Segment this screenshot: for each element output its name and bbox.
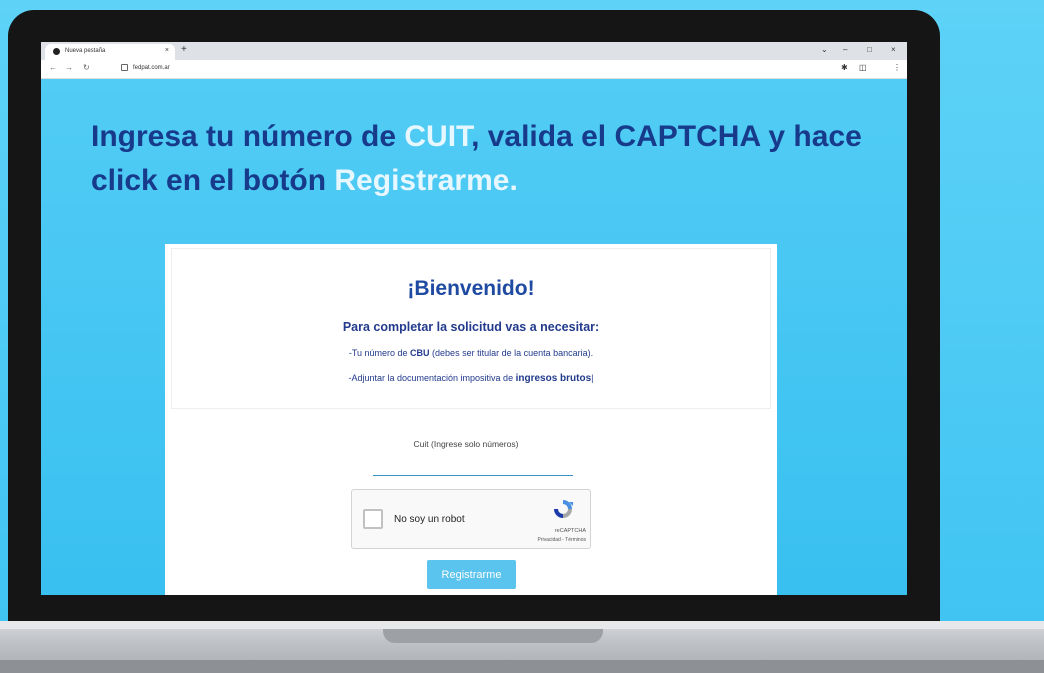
registration-card: ¡Bienvenido! Para completar la solicitud…: [165, 244, 777, 595]
url-text: fedpat.com.ar: [133, 65, 170, 72]
headline-cuit: CUIT: [404, 120, 472, 153]
browser-tab[interactable]: Nueva pestaña ×: [45, 44, 175, 60]
sidepanel-icon[interactable]: ◫: [859, 63, 867, 72]
laptop-screen: Nueva pestaña × + ⌄ – □ × ← → ↻ fedpat.c…: [41, 42, 907, 595]
url-field[interactable]: fedpat.com.ar: [121, 64, 170, 71]
headline-part1: Ingresa tu número de: [91, 120, 405, 153]
laptop-base-edge: [0, 660, 1044, 673]
extension-icon[interactable]: ✱: [841, 63, 848, 72]
recaptcha-links[interactable]: Privacidad - Términos: [502, 537, 586, 543]
recaptcha-widget: No soy un robot reCAPTCHA Privacidad - T…: [351, 489, 591, 549]
back-icon[interactable]: ←: [49, 63, 57, 72]
laptop-base-top: [0, 621, 1044, 629]
minimize-button[interactable]: –: [843, 45, 847, 54]
cuit-label: Cuit (Ingrese solo números): [413, 439, 519, 449]
page-headline: Ingresa tu número de CUIT, valida el CAP…: [91, 115, 871, 203]
tab-close-icon[interactable]: ×: [165, 47, 169, 54]
reload-icon[interactable]: ↻: [83, 63, 90, 72]
tab-search-icon[interactable]: ⌄: [821, 45, 828, 54]
cuit-field-group: Cuit (Ingrese solo números): [373, 439, 573, 476]
new-tab-button[interactable]: +: [181, 44, 187, 55]
maximize-button[interactable]: □: [867, 45, 872, 54]
welcome-title: ¡Bienvenido!: [407, 277, 535, 300]
lock-icon: [121, 64, 128, 71]
recaptcha-checkbox[interactable]: [363, 509, 383, 529]
welcome-panel: ¡Bienvenido! Para completar la solicitud…: [171, 248, 771, 409]
browser-tab-bar: Nueva pestaña × + ⌄ – □ ×: [41, 42, 907, 60]
requirement-cbu: -Tu número de CBU (debes ser titular de …: [348, 348, 594, 358]
recaptcha-icon: [554, 500, 573, 518]
laptop-notch: [383, 629, 603, 643]
cuit-input[interactable]: [373, 455, 573, 476]
address-bar: ← → ↻ fedpat.com.ar ✱ ◫ ⋮: [41, 60, 907, 79]
close-window-button[interactable]: ×: [891, 45, 896, 54]
headline-registrarme: Registrarme.: [334, 164, 518, 197]
tab-title: Nueva pestaña: [65, 48, 106, 54]
register-button[interactable]: Registrarme: [427, 560, 516, 589]
forward-icon[interactable]: →: [65, 63, 73, 72]
requirements-heading: Para completar la solicitud vas a necesi…: [342, 320, 600, 334]
recaptcha-brand: reCAPTCHA: [554, 528, 586, 534]
requirement-documents: -Adjuntar la documentación impositiva de…: [348, 373, 594, 384]
menu-icon[interactable]: ⋮: [893, 63, 901, 72]
favicon-icon: [53, 48, 60, 55]
recaptcha-label: No soy un robot: [394, 514, 465, 525]
